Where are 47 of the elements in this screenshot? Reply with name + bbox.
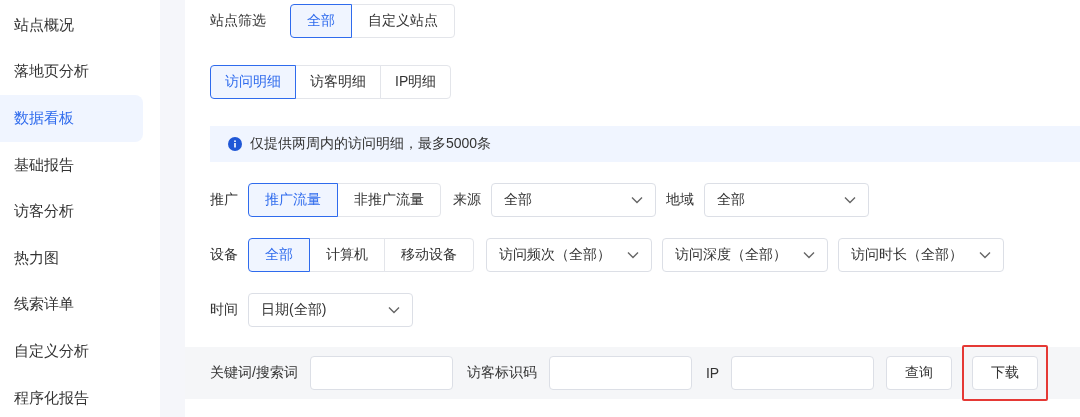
input-field[interactable] [309,356,453,390]
notice-text: 仅提供两周内的访问明细，最多5000条 [250,135,492,153]
filter-label: 推广 [210,191,238,209]
sidebar-item[interactable]: 数据看板 [0,95,143,142]
select-dropdown[interactable]: 访问深度（全部） [662,238,828,272]
input-field[interactable] [731,356,875,390]
field-label: 访客标识码 [466,364,537,382]
download-button[interactable]: 下载 [972,356,1039,390]
filter-label: 地域 [666,191,694,209]
info-icon [228,137,242,151]
filter-label: 来源 [453,191,481,209]
input-field[interactable] [548,356,692,390]
field-label: 关键词/搜索词 [210,364,298,382]
query-button[interactable]: 查询 [886,356,953,390]
sidebar-item[interactable]: 基础报告 [0,141,143,189]
chevron-down-icon [979,251,991,259]
chevron-down-icon [803,251,815,259]
filter-label: 站点筛选 [210,12,266,30]
segment-option[interactable]: 计算机 [309,238,385,272]
sidebar-item[interactable]: 访客分析 [0,188,143,235]
select-dropdown[interactable]: 访问频次（全部） [486,238,652,272]
filter-label: 设备 [210,246,238,264]
sidebar-item[interactable]: 站点概况 [0,2,143,49]
chevron-down-icon [844,196,856,204]
tab[interactable]: 访客明细 [295,65,381,99]
chevron-down-icon [631,196,643,204]
segment-option[interactable]: 自定义站点 [351,4,455,38]
select-dropdown[interactable]: 访问时长（全部） [838,238,1004,272]
segment-option[interactable]: 全部 [248,238,310,272]
filter-label: 时间 [210,301,238,319]
segment-option[interactable]: 移动设备 [384,238,474,272]
field-label: IP [705,365,720,381]
tab[interactable]: IP明细 [380,65,452,99]
sidebar-item[interactable]: 程序化报告 [0,374,143,417]
segment-option[interactable]: 全部 [290,4,352,38]
tab[interactable]: 访问明细 [210,65,296,99]
chevron-down-icon [388,306,400,314]
segment-option[interactable]: 推广流量 [248,183,338,217]
select-dropdown[interactable]: 日期(全部) [248,293,413,327]
chevron-down-icon [627,251,639,259]
select-dropdown[interactable]: 全部 [491,183,656,217]
sidebar-item[interactable]: 线索详单 [0,281,143,329]
segment-option[interactable]: 非推广流量 [337,183,441,217]
select-dropdown[interactable]: 全部 [704,183,869,217]
sidebar-item[interactable]: 落地页分析 [0,48,143,96]
sidebar-item[interactable]: 自定义分析 [0,328,143,375]
sidebar-item[interactable]: 热力图 [0,234,143,282]
